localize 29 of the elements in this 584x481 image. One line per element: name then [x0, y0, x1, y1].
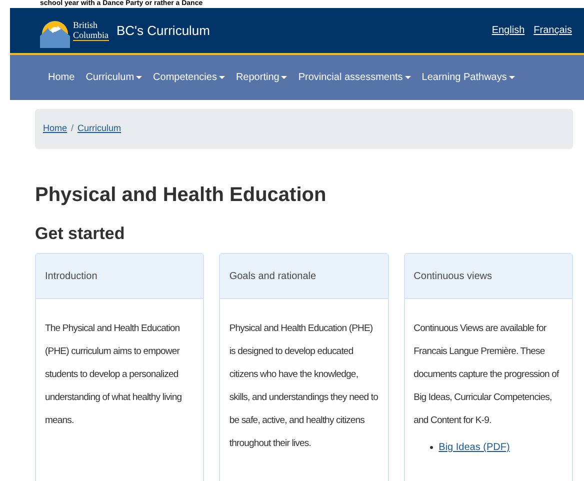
caret-icon — [218, 76, 225, 79]
card-text: Physical and Health Education (PHE) is designed to develop educated citizens who have the knowledge, skills, and understandings they need to be safe, active, and healthy citizens throughout their lives. — [229, 322, 379, 451]
nav-link[interactable]: Competencies — [153, 70, 225, 85]
caret-icon — [136, 76, 142, 79]
card-title: Introduction — [45, 270, 98, 284]
nav-link[interactable]: Learning Pathways — [422, 70, 515, 85]
language-link[interactable]: English — [492, 23, 525, 38]
nav-link[interactable]: Provincial assessments — [298, 70, 411, 85]
card-text: The Physical and Health Education (PHE) curriculum aims to empower students to develop a personalized understanding of what healthy living means. — [45, 322, 183, 428]
caret-icon — [508, 76, 515, 79]
logo-text: Columbia — [73, 30, 108, 40]
language-link[interactable]: Français — [534, 23, 572, 38]
caret-icon — [281, 76, 288, 79]
section-title: Get started — [35, 223, 126, 245]
nav-link[interactable]: Home — [48, 70, 75, 85]
nav-link[interactable]: Reporting — [236, 70, 288, 85]
breadcrumb-link[interactable]: Curriculum — [78, 122, 122, 136]
pdf-link[interactable]: Big Ideas (PDF) — [438, 440, 510, 455]
bullet-icon — [430, 446, 433, 449]
breadcrumb-link[interactable]: Home — [43, 122, 68, 136]
page-title: Physical and Health Education — [35, 183, 328, 208]
card-title: Continuous views — [414, 270, 492, 284]
breadcrumb-separator: / — [71, 122, 74, 136]
site-title: BC's Curriculum — [116, 22, 210, 40]
logo-text: British — [73, 20, 99, 30]
caret-icon — [404, 76, 411, 79]
nav-link[interactable]: Curriculum — [86, 70, 142, 85]
card-text: Continuous Views are available for Francais Langue Première. These documents capture the progression of Big Ideas, Curricular Competencies, and Content for K-9. — [414, 322, 560, 428]
card-title: Goals and rationale — [229, 270, 316, 284]
